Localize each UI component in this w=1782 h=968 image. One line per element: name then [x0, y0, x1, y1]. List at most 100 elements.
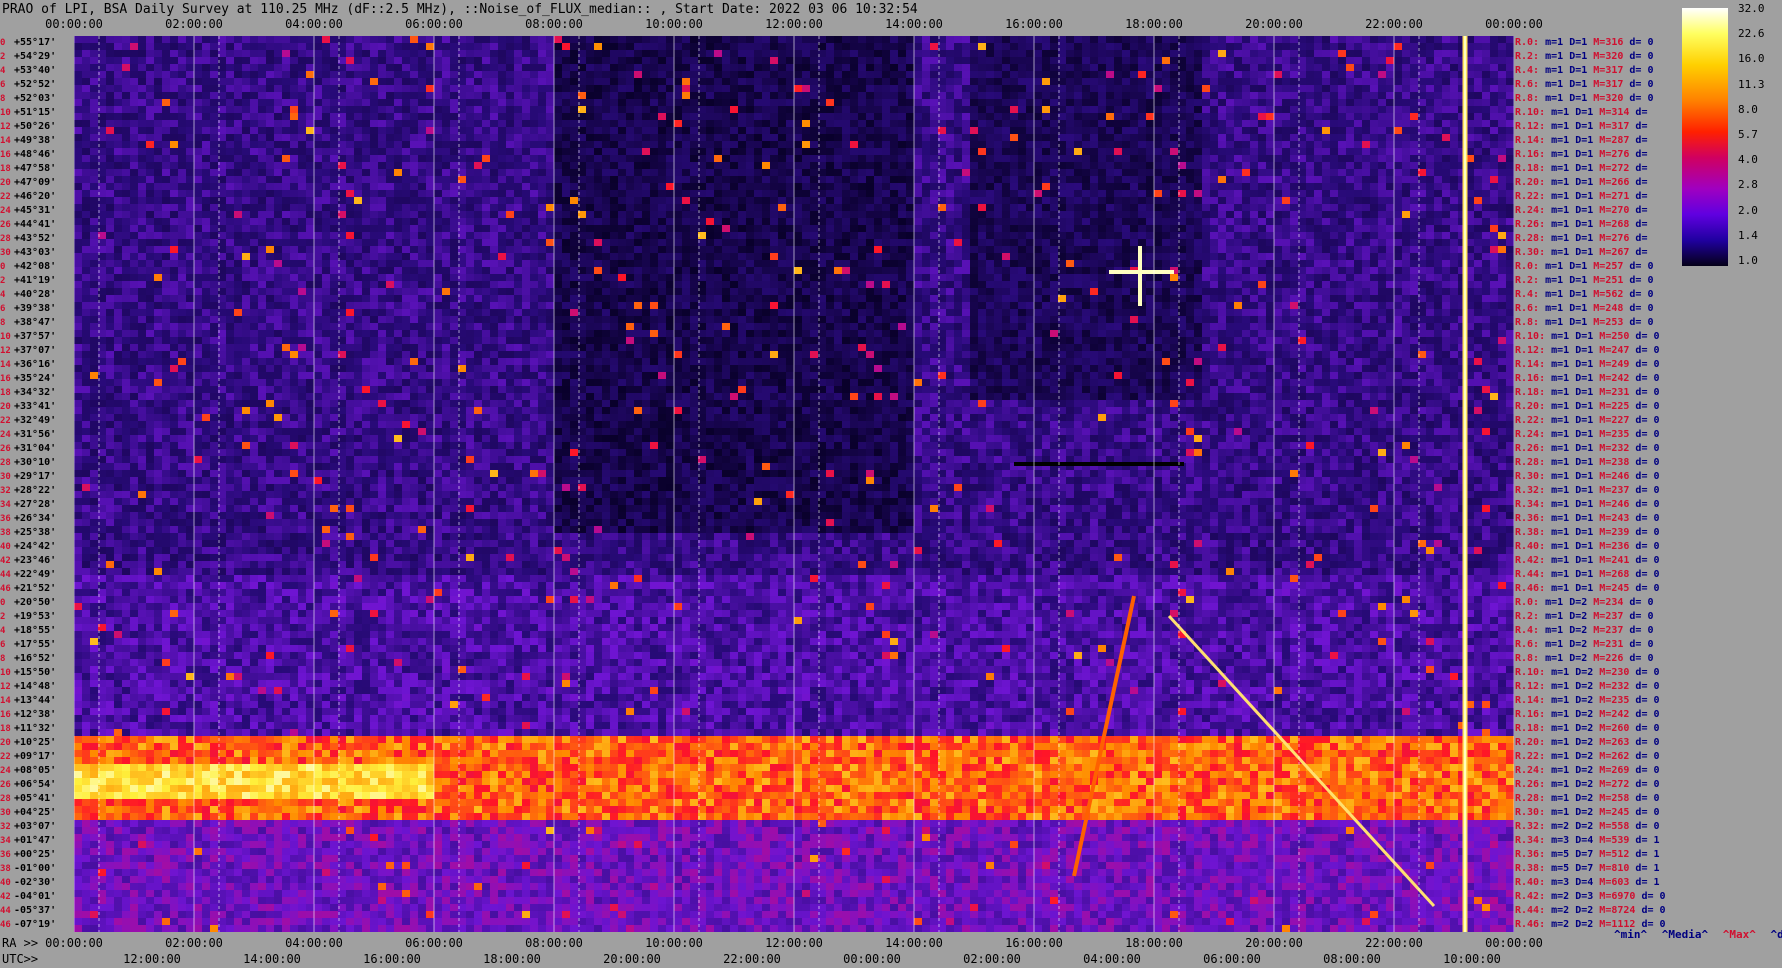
row-max: M=314	[1593, 107, 1629, 118]
row-min-dev: m=2 D=2	[1545, 919, 1593, 930]
legend-devia: ^devia^	[1770, 928, 1782, 941]
row-max: M=241	[1593, 555, 1629, 566]
row-index: 6	[0, 302, 14, 316]
row-max: M=276	[1593, 233, 1629, 244]
row-max: M=226	[1587, 653, 1623, 664]
row-d: d= 0	[1623, 289, 1653, 300]
row-d: d= 0	[1629, 709, 1659, 720]
row-index: 18	[0, 386, 14, 400]
row-max: M=230	[1593, 667, 1629, 678]
declination-value: +35°24'	[14, 373, 56, 384]
row-max: M=268	[1593, 219, 1629, 230]
top-times-tick: 06:00:00	[405, 17, 463, 31]
row-min-dev: m=1 D=1	[1545, 191, 1593, 202]
declination-label: 18 +11°32'	[0, 722, 74, 736]
row-d: d= 0	[1623, 37, 1653, 48]
legend-median: ^Media^	[1662, 928, 1708, 941]
row-d: d= 0	[1623, 65, 1653, 76]
row-max: M=320	[1587, 51, 1623, 62]
row-d: d= 0	[1629, 793, 1659, 804]
declination-label: 16 +12°38'	[0, 708, 74, 722]
page-title: PRAO of LPI, BSA Daily Survey at 110.25 …	[2, 2, 918, 17]
row-min-dev: m=1 D=1	[1545, 205, 1593, 216]
row-stat: R.42: m=2 D=3 M=6970 d= 0	[1515, 890, 1666, 904]
row-index: 18	[0, 722, 14, 736]
row-d: d= 0	[1629, 779, 1659, 790]
declination-label: 28 +30°10'	[0, 456, 74, 470]
declination-label: 12 +37°07'	[0, 344, 74, 358]
declination-label: 0 +42°08'	[0, 260, 74, 274]
row-min-dev: m=1 D=1	[1545, 331, 1593, 342]
row-stat: R.8: m=1 D=2 M=226 d= 0	[1515, 652, 1654, 666]
declination-value: -01°00'	[14, 863, 56, 874]
row-index: 6	[0, 638, 14, 652]
row-name: R.12:	[1515, 345, 1545, 356]
row-min-dev: m=1 D=1	[1545, 485, 1593, 496]
colorbar-tick: 4.0	[1738, 153, 1758, 166]
top-times-tick: 02:00:00	[165, 17, 223, 31]
row-min-dev: m=1 D=1	[1539, 65, 1587, 76]
colorbar-tick: 11.3	[1738, 78, 1765, 91]
row-min-dev: m=1 D=1	[1539, 93, 1587, 104]
row-d: d= 0	[1629, 583, 1659, 594]
row-d: d= 0	[1623, 303, 1653, 314]
row-max: M=249	[1593, 359, 1629, 370]
row-min-dev: m=1 D=2	[1545, 695, 1593, 706]
row-max: M=260	[1593, 723, 1629, 734]
row-name: R.18:	[1515, 387, 1545, 398]
row-index: 4	[0, 288, 14, 302]
bot-utc-tick: 14:00:00	[243, 952, 301, 966]
row-index: 40	[0, 876, 14, 890]
declination-value: +31°56'	[14, 429, 56, 440]
row-index: 16	[0, 148, 14, 162]
declination-label: 24 +31°56'	[0, 428, 74, 442]
row-max: M=245	[1593, 583, 1629, 594]
row-name: R.22:	[1515, 751, 1545, 762]
row-min-dev: m=1 D=1	[1539, 261, 1587, 272]
declination-value: +25°38'	[14, 527, 56, 538]
spectrogram-plot[interactable]	[74, 36, 1514, 932]
row-max: M=237	[1587, 611, 1623, 622]
row-min-dev: m=3 D=4	[1545, 877, 1593, 888]
row-min-dev: m=1 D=1	[1539, 289, 1587, 300]
row-index: 26	[0, 778, 14, 792]
row-name: R.18:	[1515, 163, 1545, 174]
bot-utc-tick: 06:00:00	[1203, 952, 1261, 966]
row-d: d= 0	[1629, 807, 1659, 818]
row-max: M=237	[1593, 485, 1629, 496]
declination-label: 26 +31°04'	[0, 442, 74, 456]
row-index: 8	[0, 92, 14, 106]
row-index: 28	[0, 792, 14, 806]
declination-value: +52°03'	[14, 93, 56, 104]
row-name: R.14:	[1515, 135, 1545, 146]
row-min-dev: m=1 D=2	[1539, 625, 1587, 636]
declination-value: +47°58'	[14, 163, 56, 174]
row-max: M=262	[1593, 751, 1629, 762]
row-min-dev: m=1 D=1	[1545, 219, 1593, 230]
row-min-dev: m=1 D=2	[1539, 653, 1587, 664]
row-index: 8	[0, 316, 14, 330]
colorbar-tick: 32.0	[1738, 2, 1765, 15]
row-min-dev: m=1 D=1	[1545, 471, 1593, 482]
row-name: R.8:	[1515, 93, 1539, 104]
row-max: M=266	[1593, 177, 1629, 188]
row-min-dev: m=1 D=1	[1545, 233, 1593, 244]
row-stat: R.18: m=1 D=1 M=272 d=	[1515, 162, 1647, 176]
declination-label: 36 +00°25'	[0, 848, 74, 862]
row-d: d= 0	[1629, 499, 1659, 510]
row-name: R.2:	[1515, 275, 1539, 286]
row-stat: R.14: m=1 D=1 M=287 d=	[1515, 134, 1647, 148]
row-index: 30	[0, 806, 14, 820]
row-stat: R.16: m=1 D=2 M=242 d= 0	[1515, 708, 1660, 722]
row-name: R.34:	[1515, 499, 1545, 510]
bot-utc-tick: 20:00:00	[603, 952, 661, 966]
row-name: R.0:	[1515, 597, 1539, 608]
row-max: M=263	[1593, 737, 1629, 748]
row-min-dev: m=1 D=2	[1539, 597, 1587, 608]
row-max: M=245	[1593, 807, 1629, 818]
row-index: 10	[0, 330, 14, 344]
declination-value: +54°29'	[14, 51, 56, 62]
row-stat: R.10: m=1 D=1 M=314 d=	[1515, 106, 1647, 120]
row-index: 24	[0, 428, 14, 442]
declination-label: 6 +52°52'	[0, 78, 74, 92]
